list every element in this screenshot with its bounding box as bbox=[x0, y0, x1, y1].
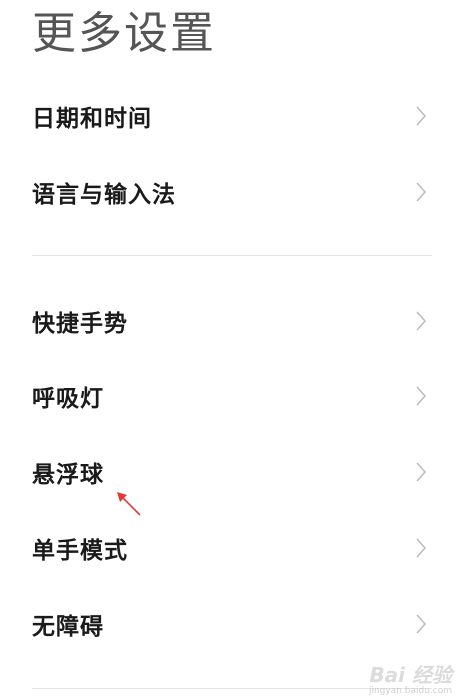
chevron-right-icon bbox=[412, 460, 430, 484]
chevron-right-icon bbox=[412, 612, 430, 636]
settings-item-label: 单手模式 bbox=[32, 538, 128, 564]
settings-item-notification-light[interactable]: 呼吸灯 bbox=[32, 370, 432, 422]
chevron-right-icon bbox=[412, 536, 430, 560]
settings-item-quick-gestures[interactable]: 快捷手势 bbox=[32, 295, 432, 347]
settings-item-label: 语言与输入法 bbox=[32, 182, 176, 208]
chevron-right-icon bbox=[412, 104, 430, 128]
settings-item-label: 日期和时间 bbox=[32, 106, 152, 132]
settings-item-label: 悬浮球 bbox=[32, 462, 104, 488]
chevron-right-icon bbox=[412, 309, 430, 333]
watermark-url: jingyan.baidu.com bbox=[368, 686, 452, 696]
settings-item-label: 无障碍 bbox=[32, 614, 104, 640]
settings-item-one-hand-mode[interactable]: 单手模式 bbox=[32, 522, 432, 574]
annotation-arrow-icon bbox=[117, 492, 141, 516]
watermark-brand: Bai 经验 bbox=[369, 663, 452, 687]
settings-item-date-time[interactable]: 日期和时间 bbox=[32, 90, 432, 142]
chevron-right-icon bbox=[412, 180, 430, 204]
settings-item-floating-ball[interactable]: 悬浮球 bbox=[32, 446, 432, 498]
baidu-watermark: Bai 经验 bbox=[369, 659, 452, 688]
group-divider bbox=[32, 255, 432, 256]
settings-item-accessibility[interactable]: 无障碍 bbox=[32, 598, 432, 650]
chevron-right-icon bbox=[412, 384, 430, 408]
settings-item-label: 呼吸灯 bbox=[32, 386, 104, 412]
settings-item-language-input[interactable]: 语言与输入法 bbox=[32, 166, 432, 218]
settings-item-label: 快捷手势 bbox=[32, 311, 128, 337]
page-title: 更多设置 bbox=[32, 8, 216, 59]
